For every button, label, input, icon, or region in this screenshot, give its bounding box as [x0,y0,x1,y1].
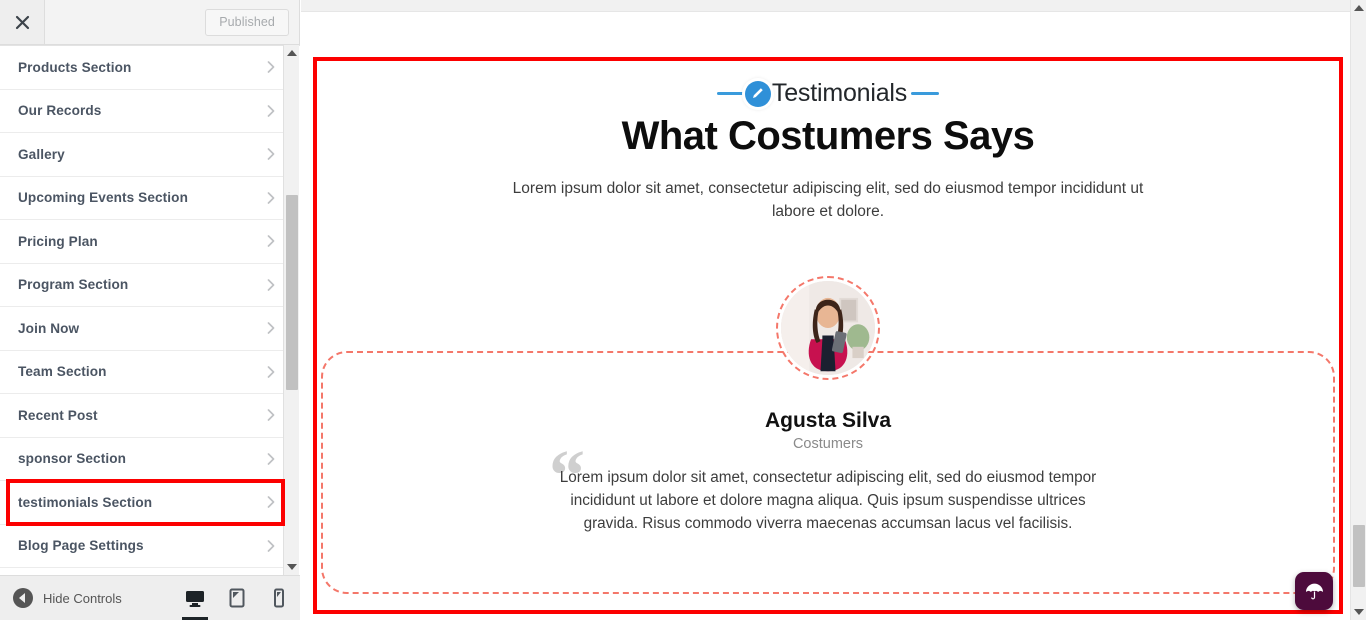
section-list: Products Section Our Records Gallery Upc… [0,45,300,575]
scroll-up-arrow-icon[interactable] [284,45,300,61]
umbrella-icon-button[interactable] [1295,572,1333,610]
chevron-right-icon [264,408,278,422]
eyebrow-rule-right [911,92,940,95]
testimonials-eyebrow: Testimonials [317,79,1339,108]
sidebar-scrollbar[interactable] [283,45,299,575]
chevron-right-icon [264,191,278,205]
customizer-footer: Hide Controls [0,575,300,620]
chevron-right-icon [264,234,278,248]
eyebrow-label: Testimonials [771,79,908,107]
sidebar-item-label: Recent Post [18,407,98,423]
chevron-right-icon [264,539,278,553]
device-preview-mobile[interactable] [258,576,300,620]
avatar [776,276,880,380]
device-preview-tablet[interactable] [216,576,258,620]
sidebar-item-products-section[interactable]: Products Section [0,46,292,90]
customizer-header: Published [0,0,299,45]
sidebar-item-label: Blog Page Settings [18,538,144,554]
sidebar-item-label: Join Now [18,320,80,336]
scroll-up-arrow-icon[interactable] [1351,0,1366,16]
sidebar-item-label: testimonials Section [18,494,153,510]
sidebar-item-label: Gallery [18,146,65,162]
window-scrollbar-thumb[interactable] [1353,525,1365,587]
window-scrollbar[interactable] [1350,0,1366,620]
sidebar-item-team-section[interactable]: Team Section [0,350,292,394]
section-list-inner: Products Section Our Records Gallery Upc… [0,46,292,568]
sidebar-item-blog-page-settings[interactable]: Blog Page Settings [0,524,292,568]
device-preview-switcher [174,576,300,620]
sidebar-item-label: Products Section [18,59,132,75]
chevron-right-icon [264,321,278,335]
chevron-right-icon [264,495,278,509]
hide-controls-label: Hide Controls [43,590,122,606]
avatar-dashed-ring [776,276,880,380]
close-icon[interactable] [0,0,45,44]
testimonial-quote-text: Lorem ipsum dolor sit amet, consectetur … [559,469,1097,532]
chevron-right-icon [264,147,278,161]
chevron-right-icon [264,60,278,74]
publish-button[interactable]: Published [205,8,289,36]
sidebar-item-recent-post[interactable]: Recent Post [0,394,292,438]
sidebar-scrollbar-thumb[interactable] [286,195,298,390]
device-preview-desktop[interactable] [174,576,216,620]
eyebrow-rule-left [716,92,745,95]
sidebar-item-gallery[interactable]: Gallery [0,133,292,177]
pencil-icon [744,80,771,107]
chevron-right-icon [264,452,278,466]
hide-controls-button[interactable]: Hide Controls [13,588,122,608]
sidebar-item-upcoming-events-section[interactable]: Upcoming Events Section [0,176,292,220]
customizer-screen: Published Products Section Our Records G… [0,0,1366,620]
testimonial-author-role: Costumers [792,436,864,452]
scroll-down-arrow-icon[interactable] [1351,604,1366,620]
sidebar-item-label: Program Section [18,277,129,293]
sidebar-item-our-records[interactable]: Our Records [0,89,292,133]
section-subtitle: Lorem ipsum dolor sit amet, consectetur … [512,180,1144,220]
collapse-arrow-icon [13,588,33,608]
section-title: What Costumers Says [621,114,1035,158]
scroll-down-arrow-icon[interactable] [284,559,300,575]
sidebar-item-join-now[interactable]: Join Now [0,307,292,351]
testimonial-author-name: Agusta Silva [764,409,892,432]
sidebar-item-testimonials-section[interactable]: testimonials Section [0,479,292,525]
sidebar-item-label: Team Section [18,364,107,380]
sidebar-item-label: Our Records [18,103,102,119]
sidebar-item-label: sponsor Section [18,451,126,467]
preview-top-strip [301,0,1350,12]
customizer-panel: Published Products Section Our Records G… [0,0,300,620]
chevron-right-icon [264,278,278,292]
sidebar-item-pricing-plan[interactable]: Pricing Plan [0,220,292,264]
sidebar-item-label: Upcoming Events Section [18,190,188,206]
chevron-right-icon [264,104,278,118]
sidebar-item-label: Pricing Plan [18,233,98,249]
sidebar-item-sponsor-section[interactable]: sponsor Section [0,437,292,481]
chevron-right-icon [264,365,278,379]
site-preview: Testimonials What Costumers Says Lorem i… [301,0,1350,620]
testimonials-section: Testimonials What Costumers Says Lorem i… [317,61,1339,610]
sidebar-item-program-section[interactable]: Program Section [0,263,292,307]
